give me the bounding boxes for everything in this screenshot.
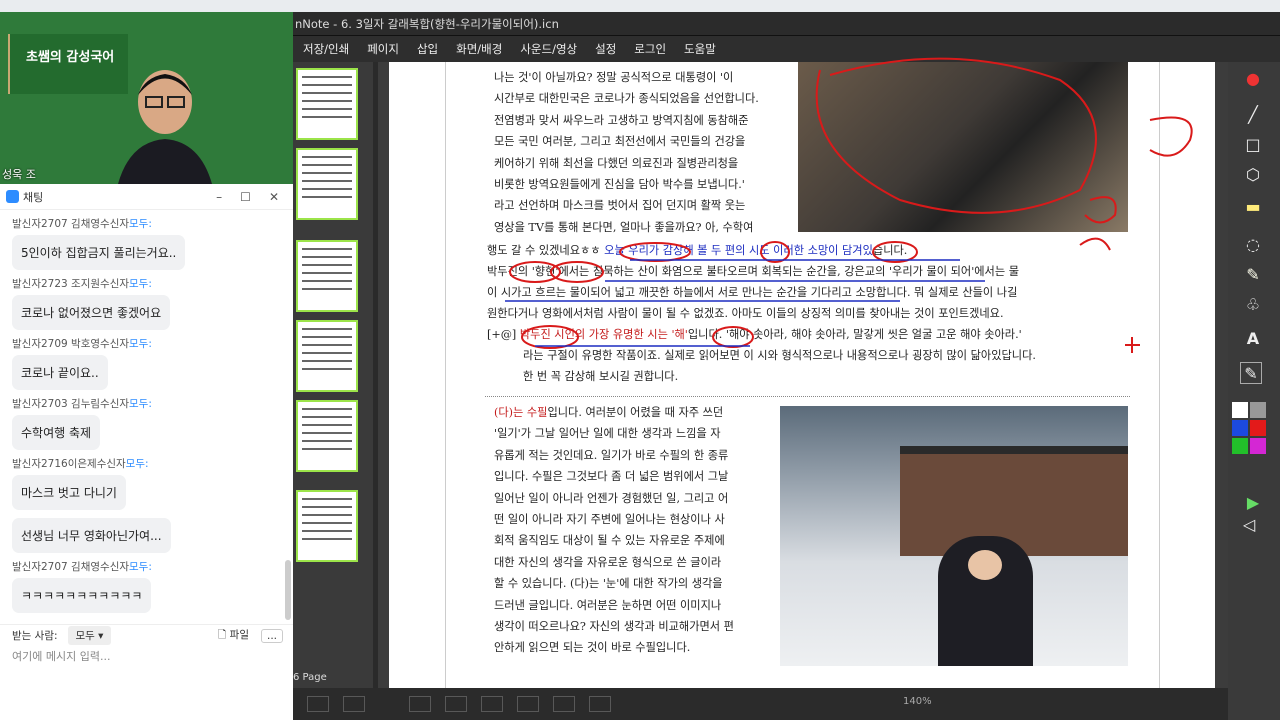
message-sender: 발신자2709 박호영수신자모두: (12, 338, 152, 350)
snow-photo (780, 406, 1128, 666)
top-strip (0, 0, 1280, 12)
menu-insert[interactable]: 삽입 (417, 41, 438, 57)
pen-icon[interactable]: ✎ (1240, 362, 1262, 384)
color-green[interactable] (1232, 438, 1248, 454)
class-photo (798, 62, 1128, 232)
chat-messages[interactable]: 발신자2707 김채영수신자모두: 5인이하 집합금지 풀리는거요.. 발신자2… (0, 210, 284, 630)
page-count: 6 Page (293, 672, 327, 683)
prev-page-icon[interactable]: ◁ (1238, 514, 1260, 536)
color-gray[interactable] (1250, 402, 1266, 418)
tool-panel: ● ╱ □ ⬡ ▬ ◌ ✎ ♧ A ✎ ▶ ◁ (1228, 62, 1280, 720)
para-2: (다)는 수필입니다. 여러분이 어렸을 때 자주 쓰던 '일기'가 그날 일어… (494, 406, 734, 655)
channel-title: 초쌤의 감성국어 (26, 50, 115, 65)
recipient-row: 받는 사람: 모두 ▾ 🗋 파일 ... (0, 624, 293, 646)
chat-panel: 채팅 – ☐ ✕ 발신자2707 김채영수신자모두: 5인이하 집합금지 풀리는… (0, 184, 293, 720)
message-input[interactable]: 여기에 메시지 입력... (12, 648, 110, 664)
page-thumbnail[interactable] (296, 490, 358, 562)
message-bubble: 5인이하 집합금지 풀리는거요.. (12, 235, 186, 270)
text-icon[interactable]: A (1242, 328, 1264, 350)
bottom-toolbar: 140% (293, 688, 1280, 720)
maximize-icon[interactable]: ☐ (240, 190, 251, 204)
document-page: 나는 것'이 아닐까요? 정말 공식적으로 대통령이 '이 시간부로 대한민국은 … (389, 62, 1215, 688)
chat-scrollbar[interactable] (285, 560, 291, 620)
menu-settings[interactable]: 설정 (595, 41, 616, 57)
page-thumbnail[interactable] (296, 320, 358, 392)
line-icon[interactable]: ╱ (1242, 104, 1264, 126)
page-thumbnail[interactable] (296, 68, 358, 140)
save-icon[interactable] (307, 696, 329, 712)
webcam-video: 초쌤의 감성국어 성욱 조 (0, 12, 293, 184)
menu-sound-video[interactable]: 사운드/영상 (520, 41, 577, 57)
pointer-icon[interactable] (445, 696, 467, 712)
presenter (118, 70, 212, 184)
trash-icon[interactable] (343, 696, 365, 712)
message-bubble: 코로나 끝이요.. (12, 355, 108, 390)
rectangle-icon[interactable]: □ (1242, 134, 1264, 156)
page-thumbnail[interactable] (296, 148, 358, 220)
chat-header: 채팅 – ☐ ✕ (0, 184, 293, 210)
lasso-icon[interactable]: ◌ (1242, 234, 1264, 256)
undo-icon[interactable] (481, 696, 503, 712)
color-white[interactable] (1232, 402, 1248, 418)
erase-all-icon[interactable] (553, 696, 575, 712)
zoom-icon (6, 190, 19, 203)
message-bubble: 수학여행 축제 (12, 415, 101, 450)
hexagon-icon[interactable]: ⬡ (1242, 164, 1264, 186)
color-blue[interactable] (1232, 420, 1248, 436)
shapes-icon[interactable]: ♧ (1242, 294, 1264, 316)
para-1: 나는 것'이 아닐까요? 정말 공식적으로 대통령이 '이 시간부로 대한민국은 … (494, 71, 759, 234)
eraser-icon[interactable]: ✎ (1242, 264, 1264, 286)
message-bubble: ㅋㅋㅋㅋㅋㅋㅋㅋㅋㅋㅋ (12, 578, 152, 613)
message-bubble: 마스크 벗고 다니기 (12, 475, 126, 510)
message-bubble: 코로나 없어졌으면 좋겠어요 (12, 295, 171, 330)
menu-bar: 저장/인쇄 페이지 삽입 화면/배경 사운드/영상 설정 로그인 도움말 (293, 36, 1280, 62)
play-icon[interactable]: ▶ (1242, 492, 1264, 514)
sticky-note-icon[interactable]: ▬ (1242, 196, 1264, 218)
chat-title: 채팅 (23, 190, 44, 204)
redo-icon[interactable] (517, 696, 539, 712)
zoom-level[interactable]: 140% (903, 696, 932, 707)
minimize-icon[interactable]: – (216, 190, 222, 204)
menu-save-print[interactable]: 저장/인쇄 (303, 41, 349, 57)
menu-screen-bg[interactable]: 화면/배경 (456, 41, 502, 57)
message-sender: 발신자2723 조지원수신자모두: (12, 278, 152, 290)
file-button[interactable]: 🗋 파일 (218, 627, 249, 645)
menu-page[interactable]: 페이지 (367, 41, 399, 57)
color-magenta[interactable] (1250, 438, 1266, 454)
color-red[interactable] (1250, 420, 1266, 436)
record-icon[interactable]: ● (1242, 68, 1264, 90)
image-icon[interactable] (409, 696, 431, 712)
page-thumbnail[interactable] (296, 400, 358, 472)
message-sender: 발신자2707 김채영수신자모두: (12, 218, 152, 230)
app-title: nNote - 6. 3일자 갈래복합(향현-우리가물이되어).icn (293, 12, 1280, 36)
menu-login[interactable]: 로그인 (634, 41, 666, 57)
section-divider (485, 396, 1130, 397)
menu-help[interactable]: 도움말 (684, 41, 716, 57)
more-button[interactable]: ... (260, 628, 283, 643)
document-canvas[interactable]: 나는 것'이 아닐까요? 정말 공식적으로 대통령이 '이 시간부로 대한민국은 … (378, 62, 1228, 688)
message-sender: 발신자2716이은제수신자모두: (12, 458, 149, 470)
message-sender: 발신자2707 김채영수신자모두: (12, 561, 152, 573)
participant-name: 성욱 조 (2, 168, 36, 181)
message-sender: 발신자2703 김누림수신자모두: (12, 398, 152, 410)
recipient-select[interactable]: 모두 ▾ (67, 626, 112, 645)
page-thumbnails: 6 Page (293, 62, 373, 688)
page-thumbnail[interactable] (296, 240, 358, 312)
message-bubble: 선생님 너무 영화아닌가여... (12, 518, 171, 553)
recipient-label: 받는 사람: (12, 630, 58, 642)
close-icon[interactable]: ✕ (269, 190, 279, 204)
fit-icon[interactable] (589, 696, 611, 712)
para-1-cont: 행도 갈 수 있겠네요ㅎㅎ 오늘 우리가 감상해 볼 두 편의 시도 이러한 소… (487, 244, 1036, 383)
